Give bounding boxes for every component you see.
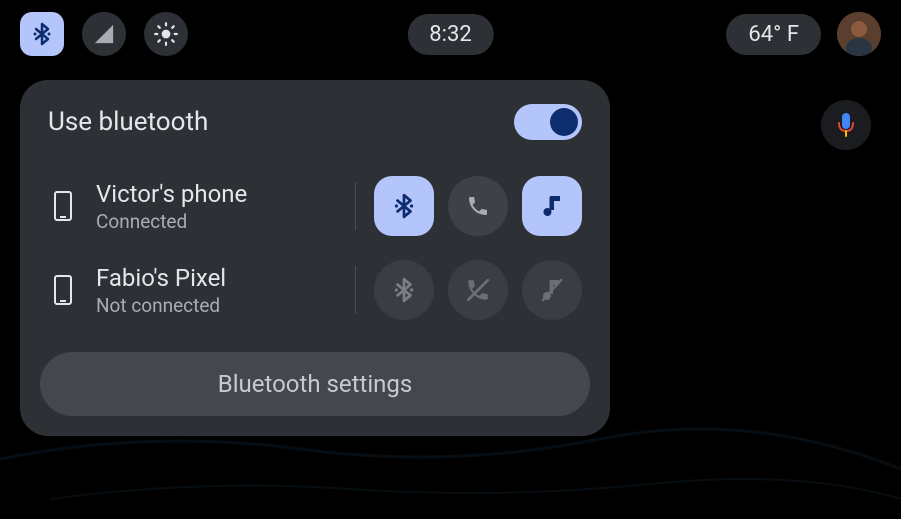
phone-icon bbox=[48, 190, 78, 222]
brightness-icon[interactable] bbox=[144, 12, 188, 56]
divider bbox=[355, 182, 356, 230]
divider bbox=[355, 266, 356, 314]
device-row: Fabio's Pixel Not connected bbox=[40, 248, 590, 332]
device-actions bbox=[374, 176, 582, 236]
bluetooth-title: Use bluetooth bbox=[48, 107, 208, 137]
signal-icon[interactable] bbox=[82, 12, 126, 56]
voice-assistant-button[interactable] bbox=[821, 100, 871, 150]
bluetooth-toggle[interactable] bbox=[514, 104, 582, 140]
device-actions bbox=[374, 260, 582, 320]
bluetooth-panel: Use bluetooth Victor's phone Connected bbox=[20, 80, 610, 436]
phone-profile-button[interactable] bbox=[448, 176, 508, 236]
device-name: Victor's phone bbox=[96, 180, 337, 208]
time-display: 8:32 bbox=[407, 14, 493, 55]
status-bar: 8:32 64° F bbox=[0, 0, 901, 68]
device-status: Connected bbox=[96, 210, 337, 233]
music-disabled-button[interactable] bbox=[522, 260, 582, 320]
phone-disabled-button[interactable] bbox=[448, 260, 508, 320]
device-info[interactable]: Fabio's Pixel Not connected bbox=[96, 264, 337, 317]
phone-icon bbox=[48, 274, 78, 306]
temperature-display: 64° F bbox=[726, 14, 821, 55]
device-row: Victor's phone Connected bbox=[40, 164, 590, 248]
user-avatar[interactable] bbox=[837, 12, 881, 56]
toggle-knob bbox=[550, 108, 578, 136]
device-status: Not connected bbox=[96, 294, 337, 317]
bluetooth-status-icon[interactable] bbox=[20, 12, 64, 56]
bluetooth-profile-button[interactable] bbox=[374, 260, 434, 320]
music-profile-button[interactable] bbox=[522, 176, 582, 236]
device-name: Fabio's Pixel bbox=[96, 264, 337, 292]
device-info[interactable]: Victor's phone Connected bbox=[96, 180, 337, 233]
bluetooth-profile-button[interactable] bbox=[374, 176, 434, 236]
bluetooth-header: Use bluetooth bbox=[40, 104, 590, 164]
bluetooth-settings-button[interactable]: Bluetooth settings bbox=[40, 352, 590, 416]
